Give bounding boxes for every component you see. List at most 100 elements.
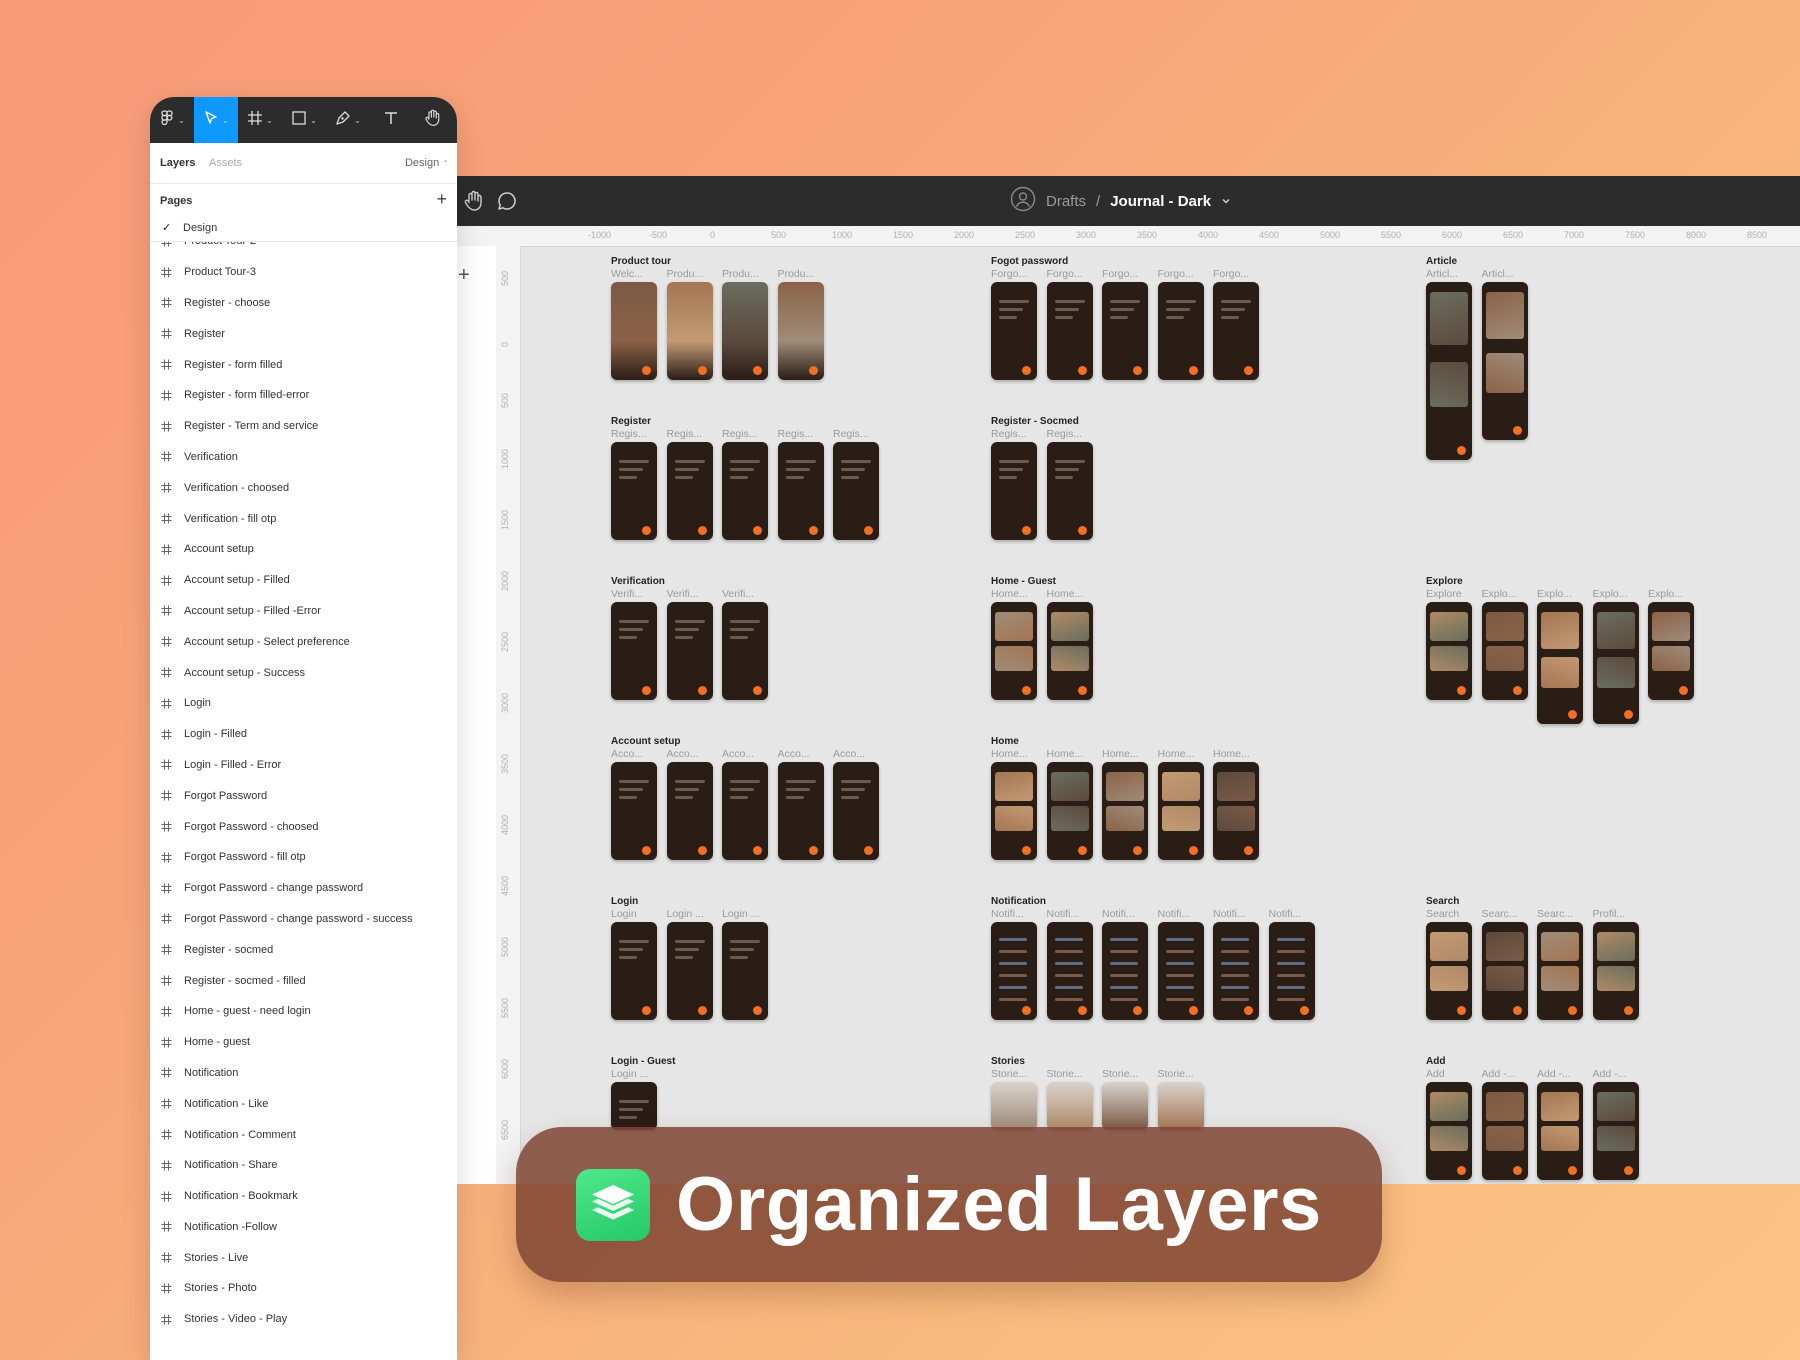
frame-label[interactable]: Acco...	[667, 748, 699, 760]
layer-item[interactable]: Register - form filled-error	[150, 380, 457, 411]
frame-label[interactable]: Forgo...	[1158, 268, 1194, 280]
frame-label[interactable]: Regis...	[778, 428, 814, 440]
frame-label[interactable]: Notifi...	[1213, 908, 1246, 920]
phone-frame[interactable]	[722, 602, 768, 700]
phone-frame[interactable]	[1046, 762, 1093, 860]
layer-item[interactable]: Account setup - Select preference	[150, 626, 457, 657]
frame-label[interactable]: Welc...	[611, 268, 643, 280]
layer-item[interactable]: Forgot Password - change password	[150, 873, 457, 904]
breadcrumb-drafts[interactable]: Drafts	[1046, 193, 1086, 210]
add-page-icon[interactable]: +	[436, 189, 447, 210]
phone-frame[interactable]	[1537, 922, 1583, 1020]
frame-label[interactable]: Profil...	[1593, 908, 1626, 920]
layer-item[interactable]: Register - socmed - filled	[150, 965, 457, 996]
frame-tool-button[interactable]: ⌄	[238, 97, 282, 143]
layer-item[interactable]: Verification - fill otp	[150, 503, 457, 534]
layer-item[interactable]: Register - socmed	[150, 934, 457, 965]
frame-label[interactable]: Login ...	[611, 1068, 648, 1080]
frame-label[interactable]: Searc...	[1482, 908, 1518, 920]
phone-frame[interactable]	[1102, 282, 1148, 380]
add-icon[interactable]: +	[458, 264, 470, 287]
phone-frame[interactable]	[1046, 442, 1093, 540]
comment-icon[interactable]	[496, 190, 518, 217]
frame-label[interactable]: Storie...	[1047, 1068, 1083, 1080]
phone-frame[interactable]	[1426, 282, 1472, 460]
section-title[interactable]: Account setup	[611, 736, 680, 747]
user-avatar-icon[interactable]	[1010, 186, 1036, 216]
layer-item[interactable]: Register - form filled	[150, 349, 457, 380]
layer-item[interactable]: Notification - Comment	[150, 1119, 457, 1150]
phone-frame[interactable]	[611, 442, 657, 540]
section-title[interactable]: Product tour	[611, 256, 671, 267]
phone-frame[interactable]	[666, 602, 713, 700]
frame-label[interactable]: Produ...	[778, 268, 815, 280]
phone-frame[interactable]	[1157, 922, 1204, 1020]
phone-frame[interactable]	[1157, 282, 1204, 380]
frame-label[interactable]: Storie...	[1102, 1068, 1138, 1080]
frame-label[interactable]: Regis...	[722, 428, 758, 440]
phone-frame[interactable]	[1592, 1082, 1639, 1180]
phone-frame[interactable]	[611, 602, 657, 700]
layer-item[interactable]: Notification	[150, 1058, 457, 1089]
phone-frame[interactable]	[1102, 1082, 1148, 1130]
shape-tool-button[interactable]: ⌄	[282, 97, 326, 143]
frame-label[interactable]: Search	[1426, 908, 1459, 920]
layer-item[interactable]: Login - Filled	[150, 719, 457, 750]
layer-item[interactable]: Product Tour-2	[150, 242, 457, 257]
frame-label[interactable]: Explo...	[1648, 588, 1683, 600]
frame-label[interactable]: Regis...	[833, 428, 869, 440]
phone-frame[interactable]	[833, 442, 879, 540]
frame-label[interactable]: Verifi...	[611, 588, 643, 600]
phone-frame[interactable]	[1213, 922, 1259, 1020]
frame-label[interactable]: Explo...	[1482, 588, 1517, 600]
phone-frame[interactable]	[991, 922, 1037, 1020]
phone-frame[interactable]	[1426, 922, 1472, 1020]
layer-item[interactable]: Notification - Like	[150, 1088, 457, 1119]
phone-frame[interactable]	[666, 442, 713, 540]
layer-item[interactable]: Stories - Video - Play	[150, 1304, 457, 1335]
section-title[interactable]: Explore	[1426, 576, 1463, 587]
phone-frame[interactable]	[1648, 602, 1694, 700]
pen-tool-button[interactable]: ⌄	[326, 97, 370, 143]
frame-label[interactable]: Storie...	[991, 1068, 1027, 1080]
phone-frame[interactable]	[777, 762, 824, 860]
frame-label[interactable]: Forgo...	[1047, 268, 1083, 280]
layer-item[interactable]: Register - Term and service	[150, 411, 457, 442]
frame-label[interactable]: Login	[611, 908, 637, 920]
frame-label[interactable]: Storie...	[1158, 1068, 1194, 1080]
phone-frame[interactable]	[611, 1082, 657, 1130]
layer-item[interactable]: Verification - choosed	[150, 472, 457, 503]
phone-frame[interactable]	[1481, 922, 1528, 1020]
layer-item[interactable]: Forgot Password	[150, 780, 457, 811]
phone-frame[interactable]	[611, 922, 657, 1020]
frame-label[interactable]: Home...	[1213, 748, 1250, 760]
phone-frame[interactable]	[777, 282, 824, 380]
frame-label[interactable]: Notifi...	[991, 908, 1024, 920]
layer-item[interactable]: Home - guest - need login	[150, 996, 457, 1027]
frame-label[interactable]: Regis...	[611, 428, 647, 440]
frame-label[interactable]: Home...	[1158, 748, 1195, 760]
layer-item[interactable]: Login - Filled - Error	[150, 750, 457, 781]
tab-assets[interactable]: Assets	[209, 157, 242, 169]
frame-label[interactable]: Regis...	[1047, 428, 1083, 440]
layer-item[interactable]: Notification - Bookmark	[150, 1181, 457, 1212]
frame-label[interactable]: Notifi...	[1269, 908, 1302, 920]
hand-icon[interactable]	[464, 190, 484, 217]
chevron-down-icon[interactable]	[1221, 193, 1231, 210]
frame-label[interactable]: Home...	[1047, 748, 1084, 760]
phone-frame[interactable]	[1046, 602, 1093, 700]
phone-frame[interactable]	[991, 1082, 1037, 1130]
phone-frame[interactable]	[722, 282, 768, 380]
layer-item[interactable]: Forgot Password - fill otp	[150, 842, 457, 873]
page-item-design[interactable]: ✓ Design	[150, 217, 457, 242]
phone-frame[interactable]	[1537, 602, 1583, 724]
move-tool-button[interactable]: ⌄	[194, 97, 238, 143]
layer-item[interactable]: Home - guest	[150, 1027, 457, 1058]
section-title[interactable]: Home - Guest	[991, 576, 1056, 587]
phone-frame[interactable]	[991, 442, 1037, 540]
section-title[interactable]: Register - Socmed	[991, 416, 1079, 427]
frame-label[interactable]: Add -...	[1482, 1068, 1516, 1080]
phone-frame[interactable]	[666, 762, 713, 860]
layer-list[interactable]: Product Tour-2 Product Tour-3 Register - c…	[150, 242, 457, 1360]
frame-label[interactable]: Forgo...	[1213, 268, 1249, 280]
